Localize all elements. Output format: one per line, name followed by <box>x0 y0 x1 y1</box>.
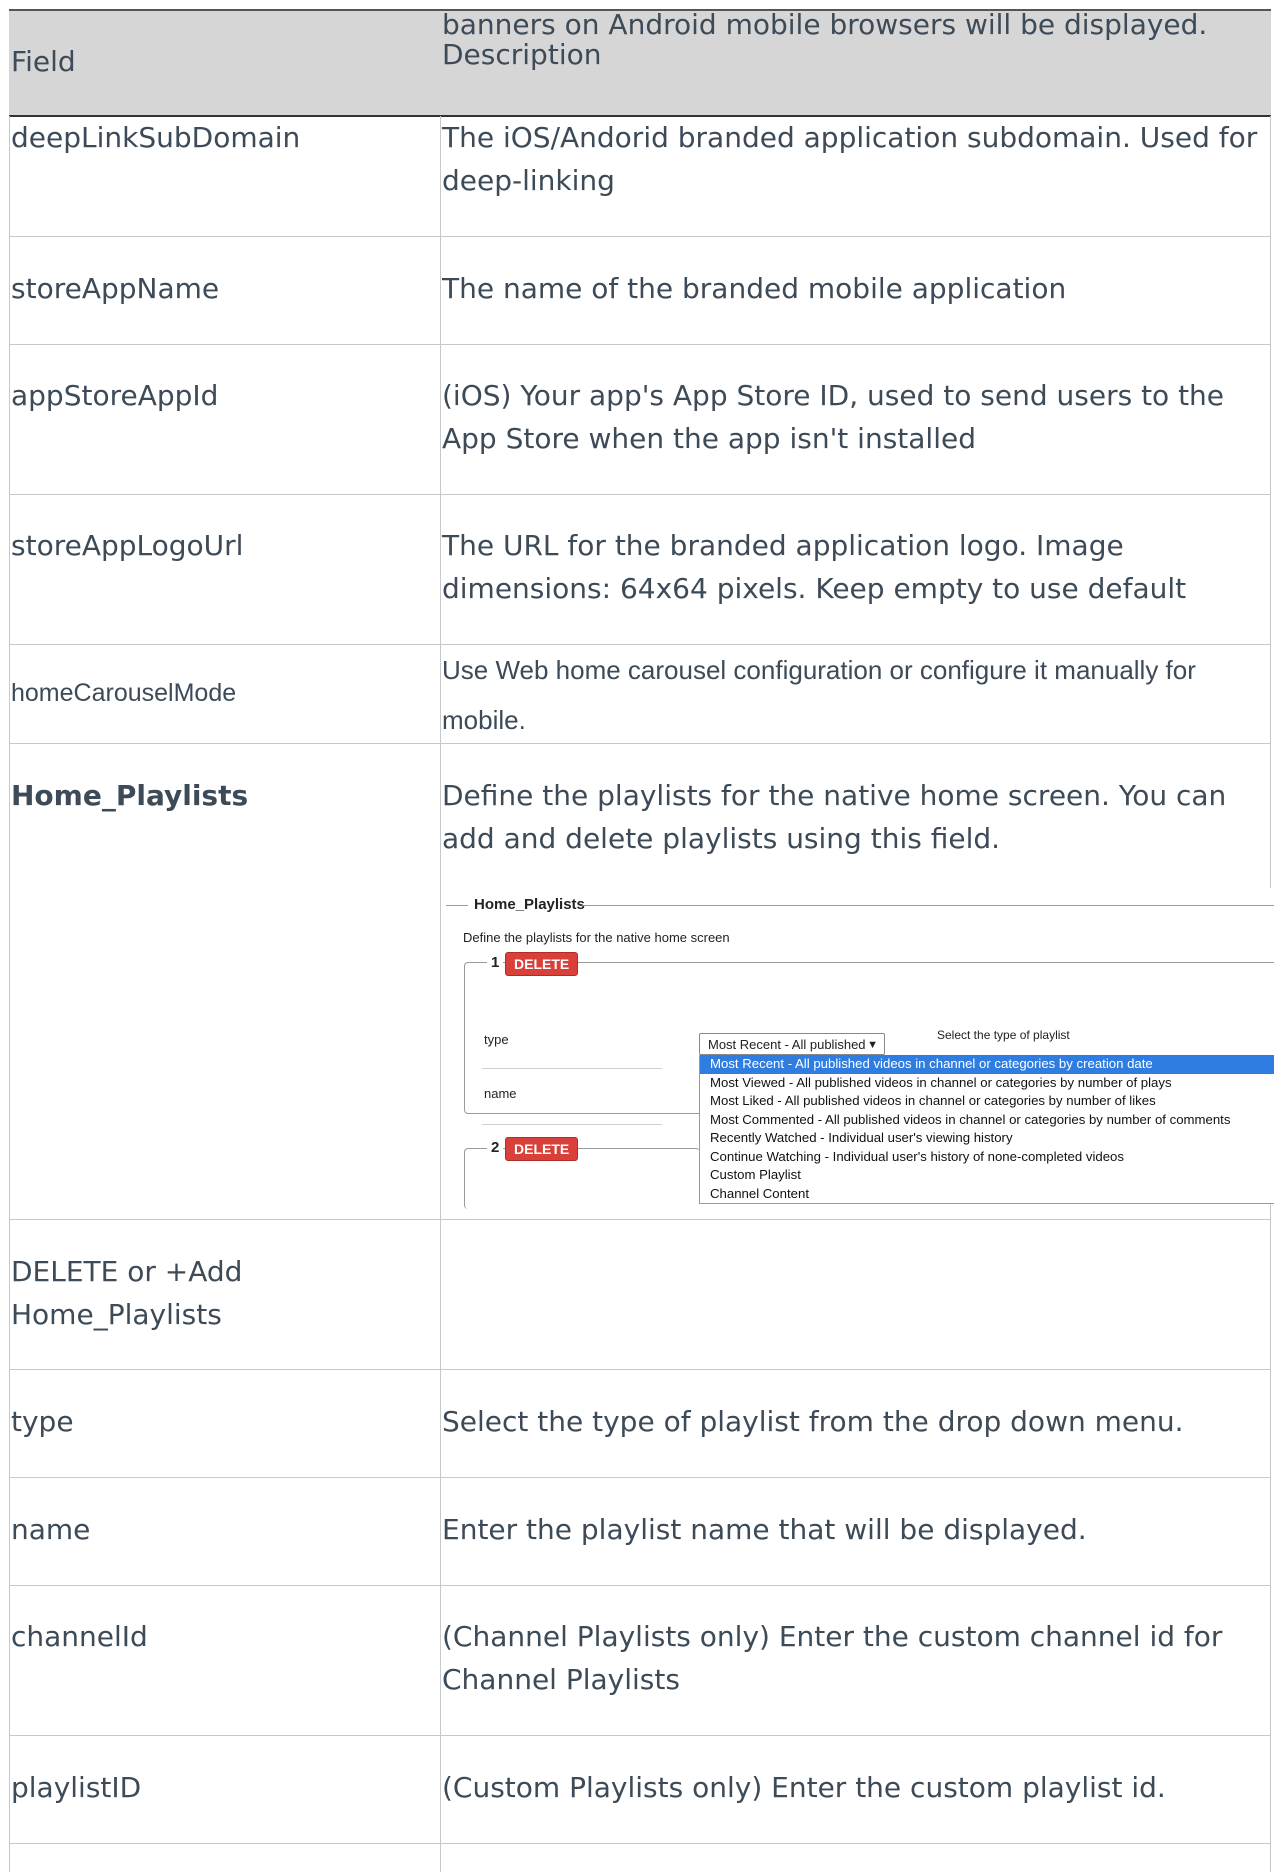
row-field-homecarouselmode: homeCarouselMode <box>11 679 237 707</box>
row-field-home-playlists: Home_Playlists <box>11 779 249 812</box>
fieldset-border <box>582 905 1274 906</box>
field-separator <box>482 1068 662 1069</box>
fieldset-hint: Define the playlists for the native home… <box>463 930 730 945</box>
row-description: (Channel Playlists only) Enter the custo… <box>442 1620 1223 1696</box>
row-description: Select the type of playlist from the dro… <box>442 1405 1184 1438</box>
row-description: The iOS/Andorid branded application subd… <box>442 121 1258 197</box>
header-overflow-text: banners on Android mobile browsers will … <box>442 8 1208 41</box>
row-description: (Custom Playlists only) Enter the custom… <box>442 1771 1166 1804</box>
dropdown-option[interactable]: Most Commented - All published videos in… <box>700 1111 1274 1130</box>
row-field-storeappname: storeAppName <box>11 272 220 305</box>
name-label: name <box>484 1086 517 1101</box>
row-field-delete-or-add: DELETE or +Add Home_Playlists <box>11 1255 243 1331</box>
row-description: The URL for the branded application logo… <box>442 529 1187 605</box>
playlist-item-box <box>464 1148 700 1209</box>
row-field-appstoreappid: appStoreAppId <box>11 379 219 412</box>
column-divider <box>440 116 441 1872</box>
row-field-channelid: channelId <box>11 1620 148 1653</box>
row-divider <box>9 236 1271 237</box>
row-divider <box>9 1735 1271 1736</box>
delete-button[interactable]: DELETE <box>505 1137 579 1161</box>
field-separator <box>482 1124 662 1125</box>
fieldset-border <box>446 905 468 906</box>
item-number: 2 <box>487 1139 504 1156</box>
row-description: The name of the branded mobile applicati… <box>442 272 1067 305</box>
row-divider <box>9 1585 1271 1586</box>
row-field-playlistid: playlistID <box>11 1771 142 1804</box>
header-field: Field <box>11 45 76 78</box>
dropdown-option[interactable]: Most Liked - All published videos in cha… <box>700 1092 1274 1111</box>
row-field-type: type <box>11 1405 74 1438</box>
type-label: type <box>484 1032 509 1047</box>
header-description: Description <box>442 38 602 71</box>
row-divider <box>9 1477 1271 1478</box>
row-description: Enter the playlist name that will be dis… <box>442 1513 1087 1546</box>
row-field-storeapplogourl: storeAppLogoUrl <box>11 529 244 562</box>
dropdown-option[interactable]: Channel Content <box>700 1185 1274 1204</box>
embedded-form-screenshot: Home_Playlists Define the playlists for … <box>442 888 1274 1209</box>
documentation-table: Field banners on Android mobile browsers… <box>0 0 1274 1872</box>
dropdown-option[interactable]: Continue Watching - Individual user's hi… <box>700 1148 1274 1167</box>
type-select[interactable]: Most Recent - All published ▼ <box>699 1033 885 1055</box>
row-description: Use Web home carousel configuration or c… <box>442 655 1196 735</box>
row-divider <box>9 1843 1271 1844</box>
row-description: (iOS) Your app's App Store ID, used to s… <box>442 379 1225 455</box>
chevron-down-icon: ▼ <box>867 1039 878 1051</box>
row-divider <box>9 494 1271 495</box>
dropdown-option[interactable]: Recently Watched - Individual user's vie… <box>700 1129 1274 1148</box>
delete-button[interactable]: DELETE <box>505 952 579 976</box>
type-dropdown-list: Most Recent - All published videos in ch… <box>699 1055 1274 1204</box>
dropdown-option[interactable]: Custom Playlist <box>700 1166 1274 1185</box>
dropdown-option[interactable]: Most Viewed - All published videos in ch… <box>700 1074 1274 1093</box>
row-divider <box>9 1369 1271 1370</box>
item-number: 1 <box>487 954 504 971</box>
row-divider <box>9 344 1271 345</box>
row-field-name: name <box>11 1513 91 1546</box>
type-hint: Select the type of playlist <box>937 1028 1070 1042</box>
row-description: Define the playlists for the native home… <box>442 779 1227 855</box>
row-divider <box>9 1219 1271 1220</box>
fieldset-title: Home_Playlists <box>474 896 585 913</box>
row-field-deeplinksubdomain: deepLinkSubDomain <box>11 121 301 154</box>
table-left-border <box>9 116 10 1872</box>
dropdown-option[interactable]: Most Recent - All published videos in ch… <box>700 1055 1274 1074</box>
type-select-value: Most Recent - All published <box>708 1037 866 1052</box>
